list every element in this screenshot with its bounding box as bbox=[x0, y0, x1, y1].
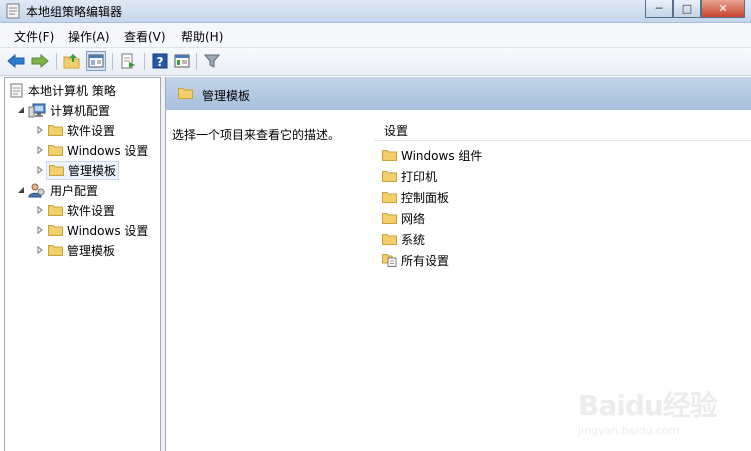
tree-root-label: 本地计算机 策略 bbox=[28, 83, 116, 98]
properties-icon[interactable] bbox=[172, 51, 192, 71]
tree-item[interactable]: 管理模板 bbox=[35, 241, 115, 259]
list-item[interactable]: 打印机 bbox=[382, 167, 437, 185]
tree-item[interactable]: 软件设置 bbox=[35, 121, 115, 139]
expand-triangle-icon[interactable] bbox=[35, 205, 45, 215]
tree-computer-config[interactable]: 计算机配置 bbox=[16, 101, 110, 119]
tree-user-config[interactable]: 用户配置 bbox=[16, 181, 98, 199]
list-item[interactable]: Windows 组件 bbox=[382, 146, 482, 164]
computer-icon bbox=[28, 103, 46, 117]
menu-bar: 文件(F) 操作(A) 查看(V) 帮助(H) bbox=[0, 23, 751, 48]
folder-icon bbox=[48, 245, 63, 256]
tree-computer-config-label: 计算机配置 bbox=[50, 103, 111, 118]
details-header-title: 管理模板 bbox=[202, 89, 251, 103]
policy-document-icon bbox=[10, 83, 23, 97]
window-title: 本地组策略编辑器 bbox=[26, 5, 123, 19]
menu-action[interactable]: 操作(A) bbox=[68, 28, 110, 45]
toolbar: ? bbox=[0, 48, 751, 76]
filter-icon[interactable] bbox=[202, 51, 222, 71]
tree-item-label: Windows 设置 bbox=[67, 143, 149, 158]
folder-icon bbox=[382, 192, 397, 203]
help-icon[interactable]: ? bbox=[150, 51, 170, 71]
expand-triangle-icon[interactable] bbox=[35, 245, 45, 255]
tree-item[interactable]: Windows 设置 bbox=[35, 141, 148, 159]
window-controls: ─ □ ✕ bbox=[645, 0, 745, 18]
title-bar: 本地组策略编辑器 ─ □ ✕ bbox=[0, 0, 751, 23]
list-item[interactable]: 控制面板 bbox=[382, 188, 449, 206]
up-folder-icon[interactable] bbox=[62, 51, 82, 71]
tree-item[interactable]: Windows 设置 bbox=[35, 221, 148, 239]
tree-root[interactable]: 本地计算机 策略 bbox=[10, 81, 116, 99]
folder-icon bbox=[48, 225, 63, 236]
tree-item-label: 管理模板 bbox=[67, 243, 116, 258]
details-header: 管理模板 bbox=[166, 77, 751, 110]
folder-icon bbox=[382, 213, 397, 224]
back-arrow-icon[interactable] bbox=[6, 51, 26, 71]
maximize-button[interactable]: □ bbox=[673, 0, 701, 18]
description-text: 选择一个项目来查看它的描述。 bbox=[172, 128, 341, 142]
settings-document-icon bbox=[382, 254, 397, 267]
menu-view[interactable]: 查看(V) bbox=[124, 28, 166, 45]
svg-text:?: ? bbox=[157, 55, 164, 69]
folder-icon bbox=[48, 205, 63, 216]
expand-triangle-icon[interactable] bbox=[35, 225, 45, 235]
menu-file[interactable]: 文件(F) bbox=[14, 28, 54, 45]
watermark-url: jingyan.baidu.com bbox=[578, 424, 680, 437]
tree-item-label: 软件设置 bbox=[67, 123, 116, 138]
folder-icon bbox=[48, 125, 63, 136]
minimize-button[interactable]: ─ bbox=[645, 0, 673, 18]
tree-item-label: 软件设置 bbox=[67, 203, 116, 218]
collapse-triangle-icon[interactable] bbox=[16, 185, 26, 195]
folder-icon bbox=[382, 234, 397, 245]
column-header-setting[interactable]: 设置 bbox=[374, 118, 751, 141]
app-icon bbox=[6, 3, 20, 19]
baidu-watermark: Baidu经验 jingyan.baidu.com bbox=[578, 372, 728, 442]
show-hide-tree-icon[interactable] bbox=[86, 51, 106, 71]
folder-icon bbox=[382, 150, 397, 161]
export-list-icon[interactable] bbox=[118, 51, 138, 71]
close-button[interactable]: ✕ bbox=[701, 0, 745, 18]
console-tree: 本地计算机 策略 计算机配置 软件设置 Windows 设置 管理模板 用户配置… bbox=[4, 77, 161, 451]
menu-help[interactable]: 帮助(H) bbox=[181, 28, 223, 45]
collapse-triangle-icon[interactable] bbox=[16, 105, 26, 115]
folder-icon bbox=[178, 88, 193, 99]
expand-triangle-icon[interactable] bbox=[35, 145, 45, 155]
forward-arrow-icon[interactable] bbox=[30, 51, 50, 71]
list-item[interactable]: 所有设置 bbox=[382, 251, 449, 269]
list-item[interactable]: 网络 bbox=[382, 209, 425, 227]
tree-item-label: Windows 设置 bbox=[67, 223, 149, 238]
folder-icon bbox=[48, 145, 63, 156]
expand-triangle-icon[interactable] bbox=[35, 165, 45, 175]
tree-item-label: 管理模板 bbox=[68, 163, 117, 178]
tree-item[interactable]: 软件设置 bbox=[35, 201, 115, 219]
folder-icon bbox=[49, 165, 64, 176]
expand-triangle-icon[interactable] bbox=[35, 125, 45, 135]
tree-user-config-label: 用户配置 bbox=[50, 183, 99, 198]
user-icon bbox=[28, 183, 45, 197]
list-item[interactable]: 系统 bbox=[382, 230, 425, 248]
folder-icon bbox=[382, 171, 397, 182]
watermark-logo: Baidu经验 bbox=[578, 389, 718, 422]
tree-item-selected[interactable]: 管理模板 bbox=[35, 160, 120, 180]
